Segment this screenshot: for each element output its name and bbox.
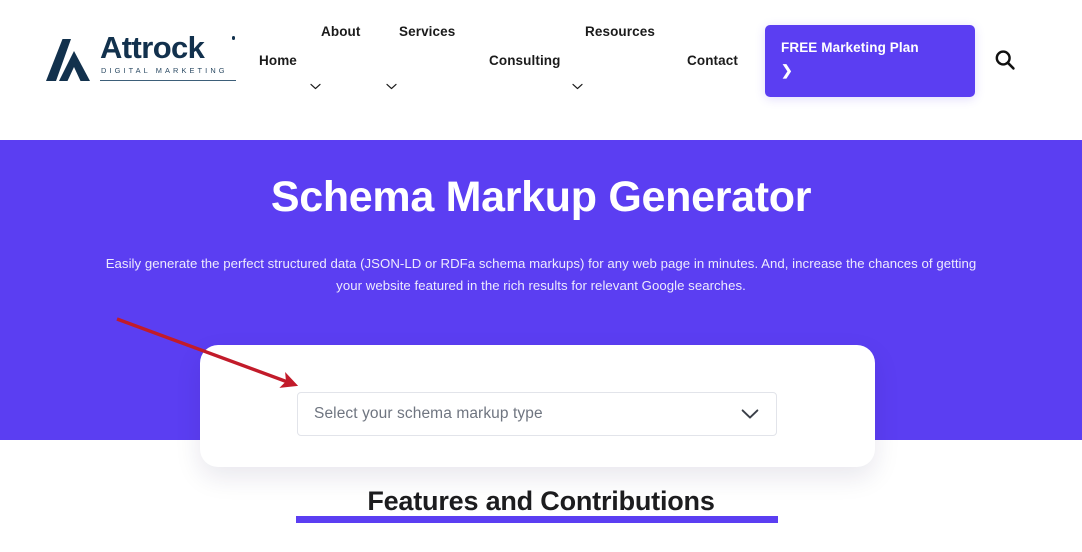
logo-divider-rule [100,80,236,81]
schema-generator-card: Select your schema markup type [200,345,875,467]
nav-item-home[interactable]: Home [259,53,297,68]
nav-item-about[interactable]: About [321,24,360,39]
logo-wordmark: Attrock DIGITAL MARKETING [100,30,236,85]
attrock-mountain-logo-icon [44,37,92,83]
search-icon[interactable] [993,48,1017,72]
chevron-down-icon[interactable] [572,83,583,90]
features-heading: Features and Contributions [367,486,715,516]
nav-item-services[interactable]: Services [399,24,455,39]
chevron-down-icon [741,408,759,420]
nav-item-contact[interactable]: Contact [687,53,738,68]
features-heading-underline [296,516,778,523]
logo-tagline: DIGITAL MARKETING [101,66,228,75]
free-marketing-plan-button[interactable]: FREE Marketing Plan ❯ [765,25,975,97]
schema-type-select[interactable]: Select your schema markup type [297,392,777,436]
hero-subtitle: Easily generate the perfect structured d… [105,256,977,293]
schema-type-select-placeholder: Select your schema markup type [314,405,543,422]
chevron-right-icon: ❯ [781,62,793,78]
page-root: Attrock DIGITAL MARKETING Home About Servi… [0,0,1082,552]
logo-brand-name: Attrock [100,30,205,65]
cta-label: FREE Marketing Plan [781,40,919,55]
page-title: Schema Markup Generator [270,173,812,221]
logo-accent-dot [231,36,235,40]
site-header: Attrock DIGITAL MARKETING Home About Servi… [0,0,1082,140]
site-logo[interactable]: Attrock DIGITAL MARKETING [44,30,236,85]
chevron-down-icon[interactable] [386,83,397,90]
chevron-down-icon[interactable] [310,83,321,90]
nav-item-resources[interactable]: Resources [585,24,655,39]
nav-item-consulting[interactable]: Consulting [489,53,561,68]
